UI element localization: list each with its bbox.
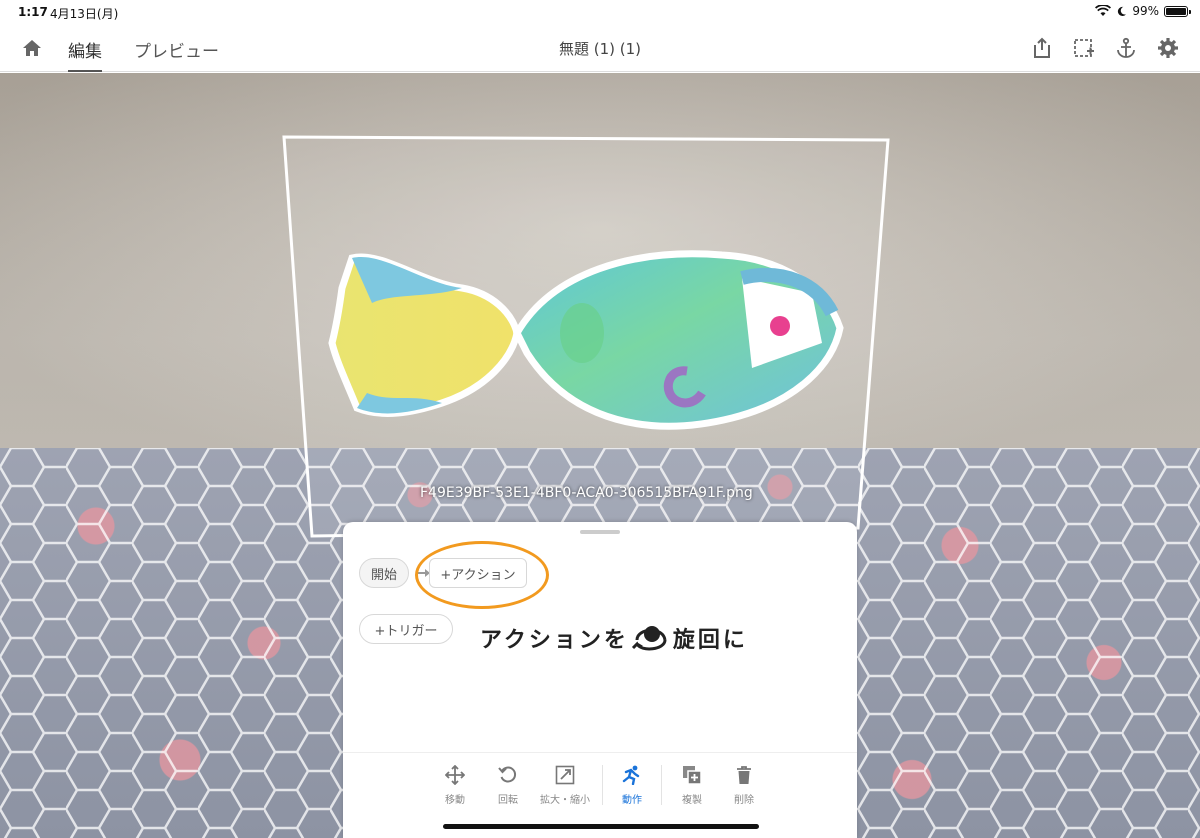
moon-icon [1118, 6, 1127, 16]
status-bar: 1:17 4月13日(月) 99% [0, 0, 1200, 24]
tab-edit[interactable]: 編集 [68, 37, 102, 72]
tool-duplicate[interactable]: 複製 [664, 765, 720, 806]
tool-move[interactable]: 移動 [427, 765, 483, 806]
trash-icon [737, 766, 751, 784]
highlight-circle [415, 541, 549, 609]
start-label: 開始 [370, 567, 397, 583]
tool-scale-label: 拡大・縮小 [540, 795, 590, 806]
tool-rotate-label: 回転 [498, 795, 518, 806]
add-frame-icon[interactable] [1072, 36, 1096, 60]
start-node: 開始 [359, 558, 409, 588]
caption-text-before: アクションを [480, 628, 629, 653]
battery-icon [1164, 5, 1191, 17]
rotate-icon [498, 766, 517, 783]
top-nav-bar: 編集 プレビュー 無題 (1) (1) [0, 24, 1200, 72]
sheet-grabber[interactable] [580, 530, 620, 534]
anchor-icon[interactable] [1114, 36, 1138, 60]
move-icon [445, 765, 465, 785]
share-icon[interactable] [1030, 36, 1054, 60]
image-filename: F49E39BF-53E1-4BF0-ACA0-306515BFA91F.png [420, 485, 753, 501]
instruction-caption: アクションを 旋回に [480, 622, 748, 654]
fish-image[interactable] [312, 243, 852, 453]
run-icon [622, 765, 640, 785]
toolbar-separator [661, 765, 662, 805]
tool-behavior[interactable]: 動作 [604, 765, 660, 806]
tool-move-label: 移動 [445, 795, 465, 806]
status-right: 99% [1095, 4, 1191, 18]
battery-percent: 99% [1132, 4, 1159, 18]
status-time: 1:17 [18, 5, 48, 19]
toolbar-separator [602, 765, 603, 805]
tool-behavior-label: 動作 [622, 795, 642, 806]
add-trigger-label: +トリガー [374, 623, 438, 639]
wifi-icon [1095, 5, 1112, 16]
tab-preview[interactable]: プレビュー [134, 37, 219, 62]
rotate-object-icon [631, 626, 667, 651]
caption-text-after: 旋回に [672, 628, 748, 653]
tool-duplicate-label: 複製 [682, 795, 702, 806]
add-trigger-button[interactable]: +トリガー [359, 614, 453, 644]
duplicate-icon [683, 766, 702, 785]
tool-scale[interactable]: 拡大・縮小 [537, 765, 593, 806]
tool-delete-label: 削除 [734, 795, 754, 806]
object-toolbar: 移動 回転 拡大・縮小 動作 複製 削除 [343, 752, 857, 812]
tool-rotate[interactable]: 回転 [480, 765, 536, 806]
scale-icon [555, 765, 575, 785]
home-icon[interactable] [20, 36, 44, 60]
status-date: 4月13日(月) [50, 7, 119, 21]
gear-icon[interactable] [1156, 36, 1180, 60]
home-indicator[interactable] [443, 824, 759, 829]
tool-delete[interactable]: 削除 [716, 765, 772, 806]
